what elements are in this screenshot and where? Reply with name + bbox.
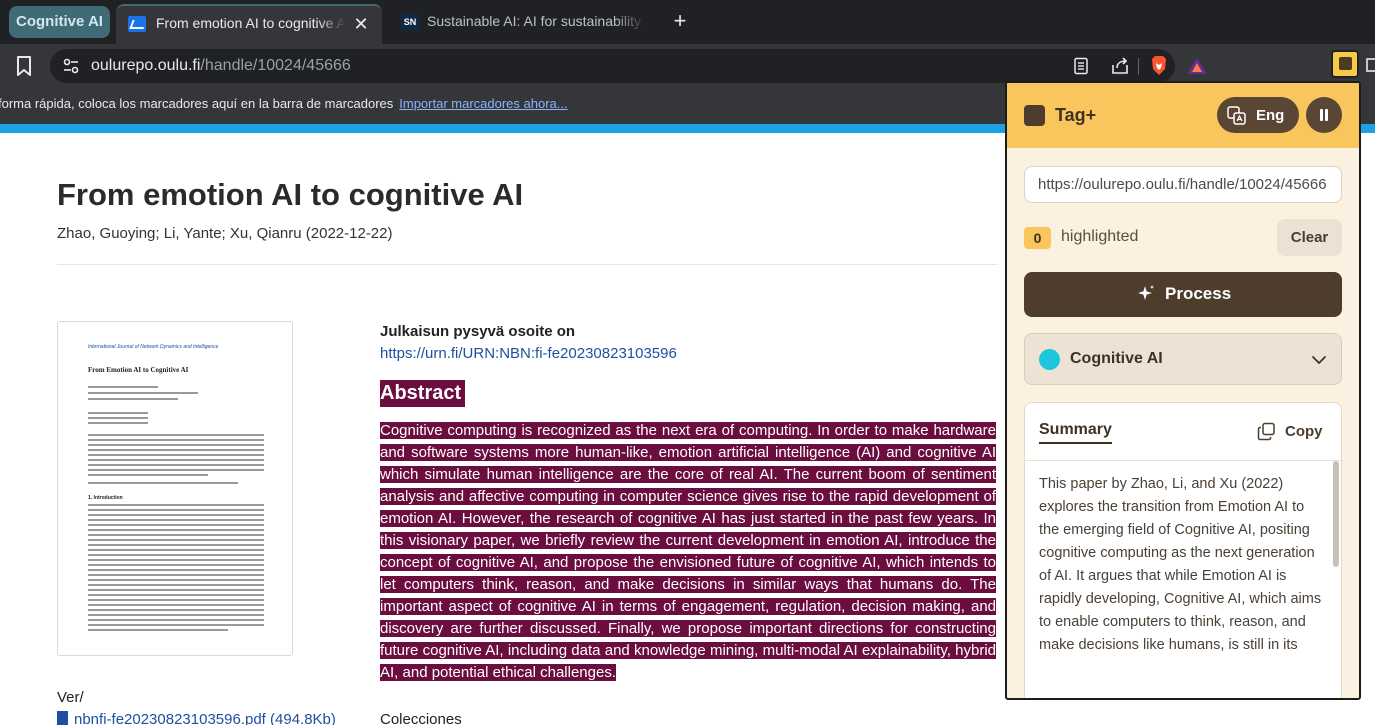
thumbnail-section-heading: 1. Introduction [88, 495, 123, 501]
chevron-down-icon [1312, 356, 1326, 364]
collections-label: Colecciones [380, 711, 462, 725]
highlighted-count-badge: 0 [1024, 227, 1051, 249]
file-icon [57, 711, 68, 725]
close-tab-icon[interactable]: ✕ [350, 13, 372, 35]
copy-label: Copy [1285, 423, 1323, 440]
persistent-id-label: Julkaisun pysyvä osoite on [380, 323, 576, 340]
tab-group-chip[interactable]: Cognitive AI [9, 6, 110, 38]
url-host: oulurepo.oulu.fi [91, 57, 201, 74]
url-path: /handle/10024/45666 [200, 57, 351, 74]
copy-icon [1257, 422, 1275, 441]
title-divider [57, 264, 997, 265]
tab-active[interactable]: From emotion AI to cognitive AI ✕ [116, 4, 382, 44]
tagplus-title: Tag+ [1055, 105, 1097, 125]
version-label: Ver/ [57, 689, 84, 706]
pdf-filename: nbnfi-fe20230823103596.pdf (494.8Kb) [74, 711, 336, 725]
omnibox-divider [1138, 58, 1139, 75]
url-text[interactable]: oulurepo.oulu.fi/handle/10024/45666 [91, 57, 351, 75]
tab-inactive[interactable]: SN Sustainable AI: AI for sustainability… [390, 4, 656, 40]
abstract-highlighted-text: Cognitive computing is recognized as the… [380, 422, 996, 681]
new-tab-button[interactable]: + [668, 8, 692, 34]
language-toggle-button[interactable]: Eng [1217, 97, 1299, 133]
tab-title: Sustainable AI: AI for sustainability an… [427, 13, 647, 29]
brave-shields-icon[interactable] [1149, 55, 1169, 77]
reader-mode-icon[interactable] [1072, 57, 1090, 75]
extensions-puzzle-icon[interactable] [1365, 56, 1375, 74]
browser-tab-bar: Cognitive AI From emotion AI to cognitiv… [0, 0, 1375, 44]
translate-icon [1227, 106, 1246, 125]
site-favicon-icon [128, 16, 146, 32]
bookmark-icon[interactable] [14, 55, 34, 77]
summary-tab[interactable]: Summary [1039, 421, 1112, 444]
tagplus-url-field[interactable]: https://oulurepo.oulu.fi/handle/10024/45… [1024, 166, 1342, 203]
tag-select-dropdown[interactable]: Cognitive AI [1024, 333, 1342, 385]
language-label: Eng [1256, 107, 1285, 124]
tag-color-dot [1039, 349, 1060, 370]
address-bar[interactable]: oulurepo.oulu.fi/handle/10024/45666 [50, 49, 1207, 83]
springer-favicon-icon: SN [401, 14, 419, 30]
tab-title: From emotion AI to cognitive AI [156, 15, 346, 31]
pause-button[interactable] [1306, 97, 1342, 133]
summary-card: Summary Copy This paper by Zhao, Li, and… [1024, 402, 1342, 698]
tagplus-logo-icon [1024, 105, 1045, 126]
abstract-text: Cognitive computing is recognized as the… [380, 420, 996, 684]
summary-text: This paper by Zhao, Li, and Xu (2022) ex… [1039, 476, 1322, 653]
process-button[interactable]: Process [1024, 272, 1342, 317]
abstract-heading: Abstract [380, 380, 466, 407]
highlighted-label: highlighted [1061, 228, 1139, 245]
page-title: From emotion AI to cognitive AI [57, 177, 524, 212]
pdf-thumbnail[interactable]: International Journal of Network Dynamic… [57, 321, 293, 656]
thumbnail-journal-name: International Journal of Network Dynamic… [88, 344, 219, 350]
summary-scrollbar[interactable] [1333, 461, 1339, 567]
selected-tag-label: Cognitive AI [1070, 350, 1163, 367]
summary-divider [1025, 460, 1341, 461]
authors-line: Zhao, Guoying; Li, Yante; Xu, Qianru (20… [57, 225, 393, 242]
tagplus-panel: Tag+ Eng https://oulurepo.oulu.fi/handle… [1005, 81, 1361, 700]
persistent-id-link[interactable]: https://urn.fi/URN:NBN:fi-fe202308231035… [380, 345, 677, 362]
import-bookmarks-link[interactable]: Importar marcadores ahora... [399, 96, 567, 111]
process-label: Process [1165, 284, 1232, 303]
tagplus-header: Tag+ Eng [1007, 83, 1359, 148]
thumbnail-paper-title: From Emotion AI to Cognitive AI [88, 366, 189, 374]
site-info-icon[interactable] [62, 57, 80, 75]
bookmarks-hint: forma rápida, coloca los marcadores aquí… [0, 96, 568, 111]
brave-rewards-icon[interactable] [1186, 56, 1208, 76]
share-icon[interactable] [1110, 56, 1130, 76]
tagplus-extension-icon[interactable] [1331, 50, 1359, 78]
pdf-download-link[interactable]: nbnfi-fe20230823103596.pdf (494.8Kb) [57, 711, 336, 725]
sparkle-icon [1138, 285, 1154, 300]
clear-button[interactable]: Clear [1277, 219, 1342, 256]
bookmarks-message: forma rápida, coloca los marcadores aquí… [0, 96, 394, 111]
